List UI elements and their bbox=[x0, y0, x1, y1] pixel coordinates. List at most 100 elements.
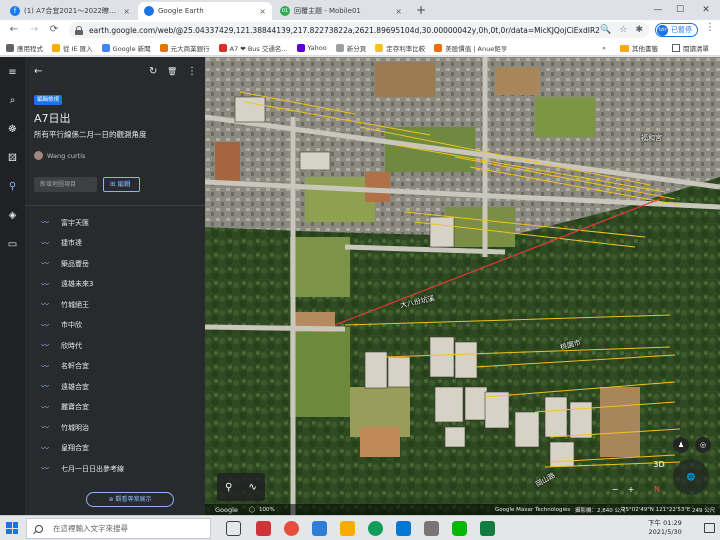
facebook-icon: f bbox=[10, 6, 20, 16]
bookmark-google-news[interactable]: Google 新聞 bbox=[101, 43, 151, 53]
attribution[interactable]: Google Maxar Technologies bbox=[495, 507, 570, 513]
app-icon[interactable] bbox=[424, 521, 439, 536]
present-project-button[interactable]: ⊕ 觀看專案展示 bbox=[86, 492, 174, 507]
feature-list-item[interactable]: 〰 竹城絕王 bbox=[25, 294, 205, 315]
profile-button[interactable]: tzir 已暫停 bbox=[655, 23, 698, 37]
add-map-item-button[interactable]: 新增地圖項目 bbox=[34, 177, 97, 192]
globe-icon bbox=[335, 43, 344, 52]
feature-name: 遠雄合宜 bbox=[61, 382, 89, 391]
line-path-icon: 〰 bbox=[41, 423, 49, 432]
office-icon[interactable] bbox=[256, 521, 271, 536]
reload-button[interactable]: ⟳ bbox=[46, 22, 62, 38]
excel-icon[interactable] bbox=[480, 521, 495, 536]
line-path-icon: 〰 bbox=[41, 300, 49, 309]
dice-icon[interactable]: ⚄ bbox=[6, 152, 19, 165]
pegman-icon[interactable]: ♟ bbox=[673, 437, 689, 453]
edge-icon[interactable] bbox=[368, 521, 383, 536]
voyager-icon[interactable]: ☸ bbox=[6, 123, 19, 136]
forward-button[interactable]: → bbox=[26, 22, 42, 38]
other-bookmarks[interactable]: 其他書籤 bbox=[620, 40, 658, 55]
present-icon[interactable]: ↻ bbox=[149, 66, 157, 77]
browser-menu-icon[interactable]: ⋮ bbox=[705, 22, 715, 33]
satellite-imagery bbox=[205, 57, 720, 515]
address-bar[interactable]: earth.google.com/web/@25.04337429,121.38… bbox=[69, 22, 649, 38]
feature-list-item[interactable]: 〰 富宇天匯 bbox=[25, 212, 205, 233]
rates-icon bbox=[375, 43, 384, 52]
feature-list-item[interactable]: 〰 麗寶合宜 bbox=[25, 397, 205, 418]
edit-view-chip[interactable]: 編輯檢視 bbox=[34, 95, 63, 105]
bookmark-star-icon[interactable]: ☆ bbox=[619, 25, 627, 35]
feature-name: 市中欣 bbox=[61, 321, 82, 329]
back-button[interactable]: ← bbox=[6, 22, 22, 38]
more-bookmarks-button[interactable]: » bbox=[602, 40, 606, 55]
layers-icon[interactable]: ◈ bbox=[6, 209, 19, 222]
coordinates: 25°02'49"N 121°22'53"E bbox=[622, 506, 691, 513]
loading-icon: ◯ bbox=[249, 506, 256, 513]
task-view-icon[interactable] bbox=[226, 521, 241, 536]
menu-icon[interactable]: ≡ bbox=[6, 66, 19, 79]
close-tab-icon[interactable]: × bbox=[123, 7, 130, 16]
tab-mobile01[interactable]: 01 回覆主題 - Mobile01 × bbox=[274, 2, 408, 20]
feature-name: 竹城明治 bbox=[61, 423, 89, 432]
tab-facebook[interactable]: f (1) A7合宜2021～2022瞭望 | Fac × bbox=[4, 2, 136, 20]
bookmark-deposit-rates[interactable]: 定存利率比較 bbox=[375, 43, 425, 53]
file-explorer-icon[interactable] bbox=[340, 521, 355, 536]
satellite-map[interactable]: 福和宮 大八份坑溪 桃園市 岡山路 ⚲ ∿ ♟ ◎ 3D 🌐 − + N Goo… bbox=[205, 57, 720, 515]
windows-start-icon[interactable] bbox=[6, 522, 18, 534]
map-label-temple[interactable]: 福和宮 bbox=[641, 133, 662, 143]
feature-list-item[interactable]: 〰 皇翔合宜 bbox=[25, 438, 205, 459]
zoom-in-button[interactable]: + bbox=[624, 485, 638, 494]
bookmark-yahoo[interactable]: Yahoo bbox=[296, 43, 327, 52]
more-icon[interactable]: ⋮ bbox=[187, 66, 197, 77]
reading-list[interactable]: 閱讀清單 bbox=[672, 40, 709, 55]
feature-list-item[interactable]: 〰 捷市達 bbox=[25, 233, 205, 254]
close-tab-icon[interactable]: × bbox=[259, 7, 266, 16]
system-clock[interactable]: 下午 01:29 2021/5/30 bbox=[648, 519, 682, 537]
notification-icon[interactable] bbox=[704, 523, 715, 533]
minimize-button[interactable]: — bbox=[650, 3, 666, 17]
extensions-icon[interactable]: ✱ bbox=[635, 25, 643, 35]
mail-icon[interactable] bbox=[312, 521, 327, 536]
line-path-icon: 〰 bbox=[41, 361, 49, 371]
projects-icon[interactable]: ⚲ bbox=[6, 180, 19, 193]
path-icon[interactable]: ∿ bbox=[249, 482, 257, 493]
new-tab-button[interactable]: + bbox=[413, 3, 429, 19]
feature-list-item[interactable]: 〰 遠雄合宜 bbox=[25, 376, 205, 397]
feature-list-item[interactable]: 〰 名軒合宜 bbox=[25, 356, 205, 377]
bookmark-a7-bus[interactable]: A7 ❤ Bus 交通名... bbox=[218, 43, 288, 53]
compass-icon[interactable]: N bbox=[650, 485, 664, 494]
edit-button[interactable]: ⊞ 編輯 bbox=[103, 177, 140, 192]
bookmark-yuanta-bank[interactable]: 元大商業銀行 bbox=[159, 43, 210, 53]
3d-toggle-button[interactable]: 3D bbox=[651, 460, 667, 469]
delete-icon[interactable]: 🗑 bbox=[167, 67, 177, 76]
bookmark-apps[interactable]: 應用程式 bbox=[6, 43, 43, 53]
back-arrow-icon[interactable]: ← bbox=[34, 66, 42, 77]
maximize-button[interactable]: ☐ bbox=[672, 3, 688, 17]
feature-list-item[interactable]: 〰 築品豐岳 bbox=[25, 253, 205, 274]
globe-icon[interactable]: 🌐 bbox=[673, 459, 709, 495]
feature-list-item[interactable]: 〰 欣時代 bbox=[25, 335, 205, 356]
feature-list-item[interactable]: 〰 市中欣 bbox=[25, 315, 205, 336]
store-icon[interactable] bbox=[396, 521, 411, 536]
zoom-out-button[interactable]: − bbox=[608, 485, 622, 494]
chrome-icon[interactable] bbox=[284, 521, 299, 536]
feature-list-item[interactable]: 〰 遠雄未來3 bbox=[25, 274, 205, 295]
bank-icon bbox=[159, 43, 168, 52]
bookmark-anue[interactable]: 美股慣值 | Anue鉅亨 bbox=[434, 43, 507, 53]
line-icon[interactable] bbox=[452, 521, 467, 536]
search-icon[interactable]: 🔍 bbox=[600, 25, 611, 35]
feature-list-item[interactable]: 〰 七月一日日出參考線 bbox=[25, 458, 205, 479]
close-window-button[interactable]: ✕ bbox=[698, 3, 714, 17]
close-tab-icon[interactable]: × bbox=[395, 7, 402, 16]
search-icon[interactable]: ⌕ bbox=[6, 94, 19, 107]
zoom-level: 100% bbox=[259, 506, 275, 513]
pin-icon[interactable]: ⚲ bbox=[225, 482, 232, 493]
locate-icon[interactable]: ◎ bbox=[695, 437, 711, 453]
bookmark-new-tab[interactable]: 新分頁 bbox=[335, 43, 366, 53]
taskbar-search-input[interactable]: 在這裡輸入文字來搜尋 bbox=[26, 518, 211, 539]
line-path-icon: 〰 bbox=[41, 238, 49, 248]
measure-icon[interactable]: ▭ bbox=[6, 238, 19, 251]
bookmark-ie-import[interactable]: 從 IE 匯入 bbox=[52, 43, 93, 53]
feature-list-item[interactable]: 〰 竹城明治 bbox=[25, 417, 205, 438]
tab-google-earth[interactable]: Google Earth × bbox=[138, 2, 272, 20]
